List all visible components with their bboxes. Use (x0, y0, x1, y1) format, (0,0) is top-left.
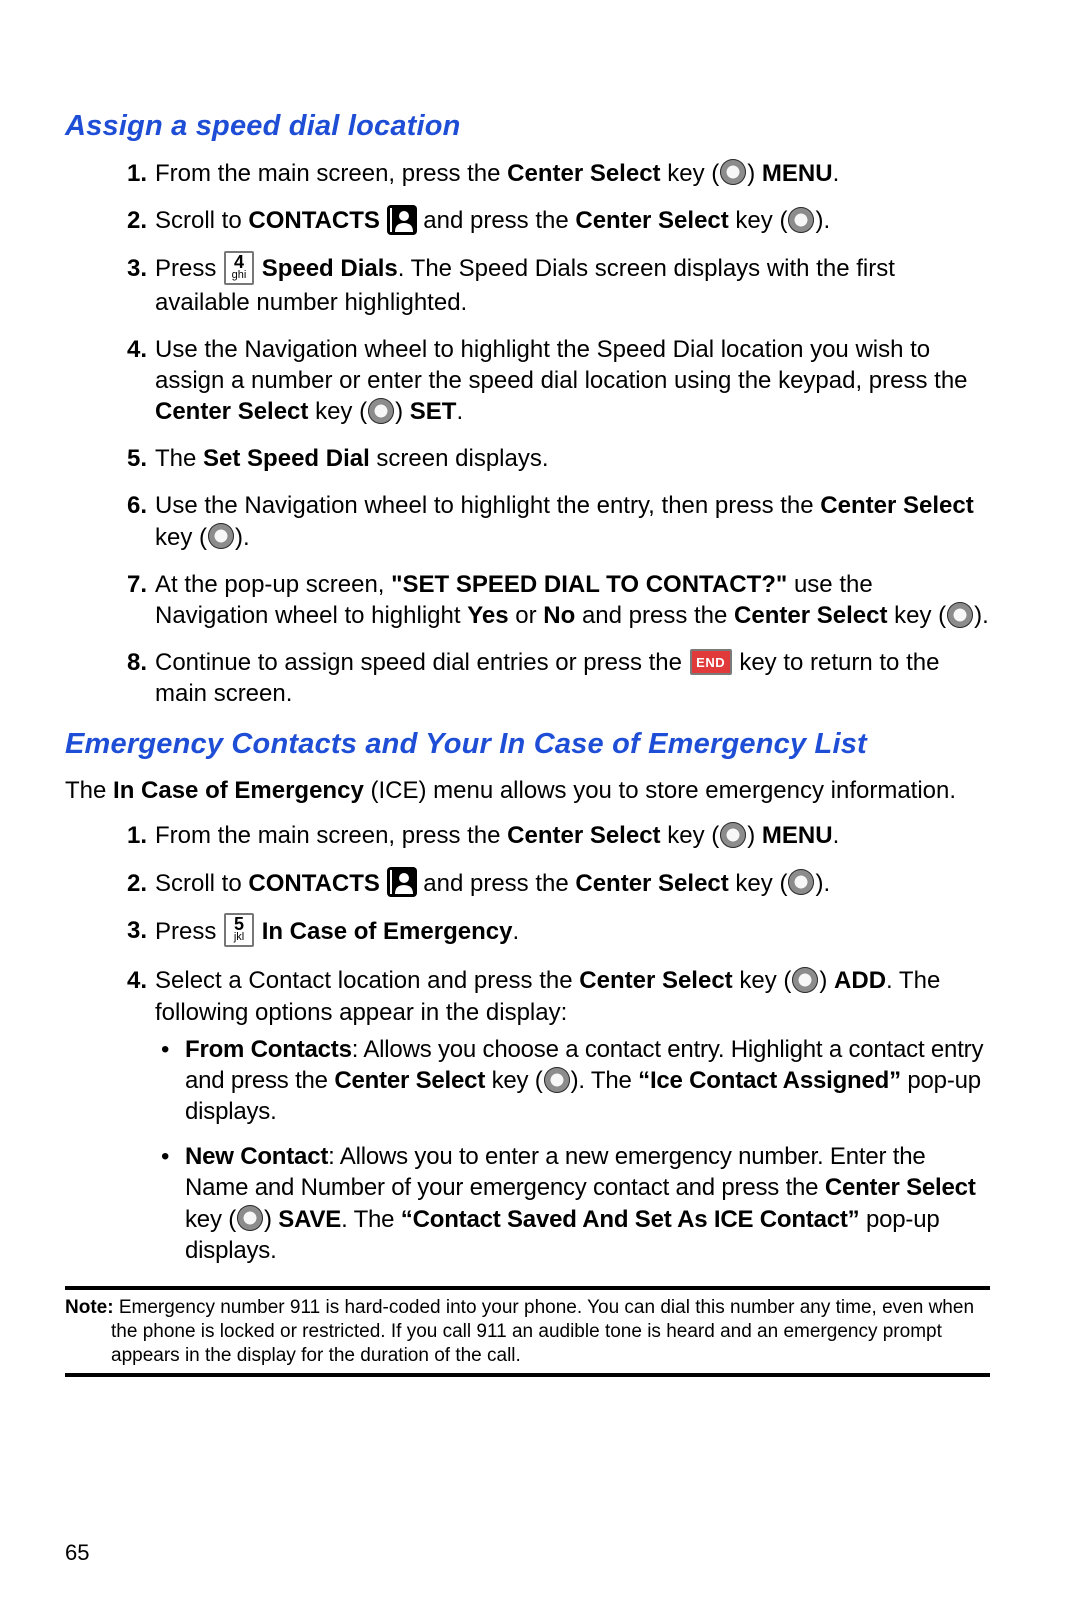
bold-text: Center Select (820, 492, 973, 519)
bold-text: New Contact (185, 1143, 328, 1170)
bold-text: Center Select (579, 967, 732, 994)
keypad-5-key-icon: 5jkl (224, 913, 254, 947)
bold-text: Center Select (575, 207, 728, 234)
step-text: Scroll to CONTACTS and press the Center … (155, 207, 830, 234)
step-number: 3. (113, 915, 147, 946)
step-text: Use the Navigation wheel to highlight th… (155, 492, 974, 550)
note-text: Emergency number 911 is hard-coded into … (111, 1297, 974, 1366)
bold-text: Center Select (825, 1174, 976, 1201)
center-select-key-icon (947, 602, 973, 628)
sub-bullets: From Contacts: Allows you choose a conta… (155, 1034, 990, 1266)
step-number: 4. (113, 334, 147, 365)
center-select-key-icon (368, 398, 394, 424)
bold-text: From Contacts (185, 1036, 352, 1063)
bold-text: Center Select (155, 398, 308, 425)
bold-text: Center Select (507, 160, 660, 187)
step-text: Use the Navigation wheel to highlight th… (155, 336, 968, 425)
step-item: 8.Continue to assign speed dial entries … (155, 647, 990, 709)
heading-assign-speed-dial: Assign a speed dial location (65, 108, 990, 146)
bold-text: MENU (762, 160, 833, 187)
step-item: 5.The Set Speed Dial screen displays. (155, 443, 990, 474)
keypad-4-key-icon: 4ghi (224, 251, 254, 285)
note-label: Note: (65, 1297, 114, 1318)
bold-text: Yes (467, 602, 508, 629)
step-number: 8. (113, 647, 147, 678)
center-select-key-icon (237, 1205, 263, 1231)
bold-text: Speed Dials (262, 255, 398, 282)
bold-text: CONTACTS (248, 870, 380, 897)
step-item: 1.From the main screen, press the Center… (155, 820, 990, 851)
step-number: 1. (113, 820, 147, 851)
bold-text: Center Select (734, 602, 887, 629)
bold-text: SAVE (278, 1206, 341, 1233)
center-select-key-icon (720, 159, 746, 185)
bold-text: MENU (762, 822, 833, 849)
step-number: 4. (113, 965, 147, 996)
step-text: From the main screen, press the Center S… (155, 822, 839, 849)
bold-text: Center Select (575, 870, 728, 897)
center-select-key-icon (792, 967, 818, 993)
bullet-item: From Contacts: Allows you choose a conta… (185, 1034, 990, 1128)
step-item: 4.Use the Navigation wheel to highlight … (155, 334, 990, 428)
lead-paragraph: The In Case of Emergency (ICE) menu allo… (65, 775, 990, 806)
step-item: 6.Use the Navigation wheel to highlight … (155, 490, 990, 552)
step-text: The Set Speed Dial screen displays. (155, 445, 549, 472)
bold-text: SET (410, 398, 457, 425)
note-block: Note: Emergency number 911 is hard-coded… (65, 1286, 990, 1377)
step-number: 3. (113, 253, 147, 284)
bold-text: In Case of Emergency (262, 918, 513, 945)
center-select-key-icon (788, 869, 814, 895)
step-number: 7. (113, 569, 147, 600)
center-select-key-icon (788, 207, 814, 233)
bold-text: “Ice Contact Assigned” (638, 1067, 901, 1094)
steps-assign-speed-dial: 1. From the main screen, press the Center… (65, 158, 990, 710)
bold-text: Center Select (507, 822, 660, 849)
bold-text: "SET SPEED DIAL TO CONTACT?" (391, 571, 787, 598)
step-item: 3.Press 5jkl In Case of Emergency. (155, 915, 990, 949)
bold-text: No (543, 602, 575, 629)
step-item: 2.Scroll to CONTACTS and press the Cente… (155, 868, 990, 900)
bullet-item: New Contact: Allows you to enter a new e… (185, 1141, 990, 1266)
bold-text: CONTACTS (248, 207, 380, 234)
step-item: 1.From the main screen, press the Center… (155, 158, 990, 189)
step-text: Press 4ghi Speed Dials. The Speed Dials … (155, 255, 895, 316)
bold-text: In Case of Emergency (113, 777, 364, 804)
center-select-key-icon (544, 1067, 570, 1093)
steps-emergency-contacts: 1. From the main screen, press the Center… (65, 820, 990, 1266)
step-text: At the pop-up screen, "SET SPEED DIAL TO… (155, 571, 989, 629)
step-number: 2. (113, 868, 147, 899)
step-number: 6. (113, 490, 147, 521)
end-key-icon: END (690, 649, 732, 675)
contacts-icon (387, 205, 417, 235)
step-text: Press 5jkl In Case of Emergency. (155, 918, 519, 945)
bold-text: Set Speed Dial (203, 445, 370, 472)
step-text: Continue to assign speed dial entries or… (155, 649, 939, 707)
step-number: 1. (113, 158, 147, 189)
step-text: Select a Contact location and press the … (155, 967, 940, 1025)
step-text: Scroll to CONTACTS and press the Center … (155, 870, 830, 897)
bold-text: ADD (834, 967, 886, 994)
step-number: 5. (113, 443, 147, 474)
step-item: 2.Scroll to CONTACTS and press the Cente… (155, 205, 990, 237)
bold-text: Center Select (334, 1067, 485, 1094)
contacts-icon (387, 867, 417, 897)
step-item: 4.Select a Contact location and press th… (155, 965, 990, 1266)
step-text: From the main screen, press the Center S… (155, 160, 839, 187)
center-select-key-icon (720, 822, 746, 848)
step-number: 2. (113, 205, 147, 236)
heading-emergency-contacts: Emergency Contacts and Your In Case of E… (65, 726, 990, 764)
center-select-key-icon (208, 523, 234, 549)
step-item: 7.At the pop-up screen, "SET SPEED DIAL … (155, 569, 990, 631)
page-number: 65 (65, 1539, 89, 1568)
bold-text: “Contact Saved And Set As ICE Contact” (401, 1206, 860, 1233)
step-item: 3.Press 4ghi Speed Dials. The Speed Dial… (155, 253, 990, 318)
